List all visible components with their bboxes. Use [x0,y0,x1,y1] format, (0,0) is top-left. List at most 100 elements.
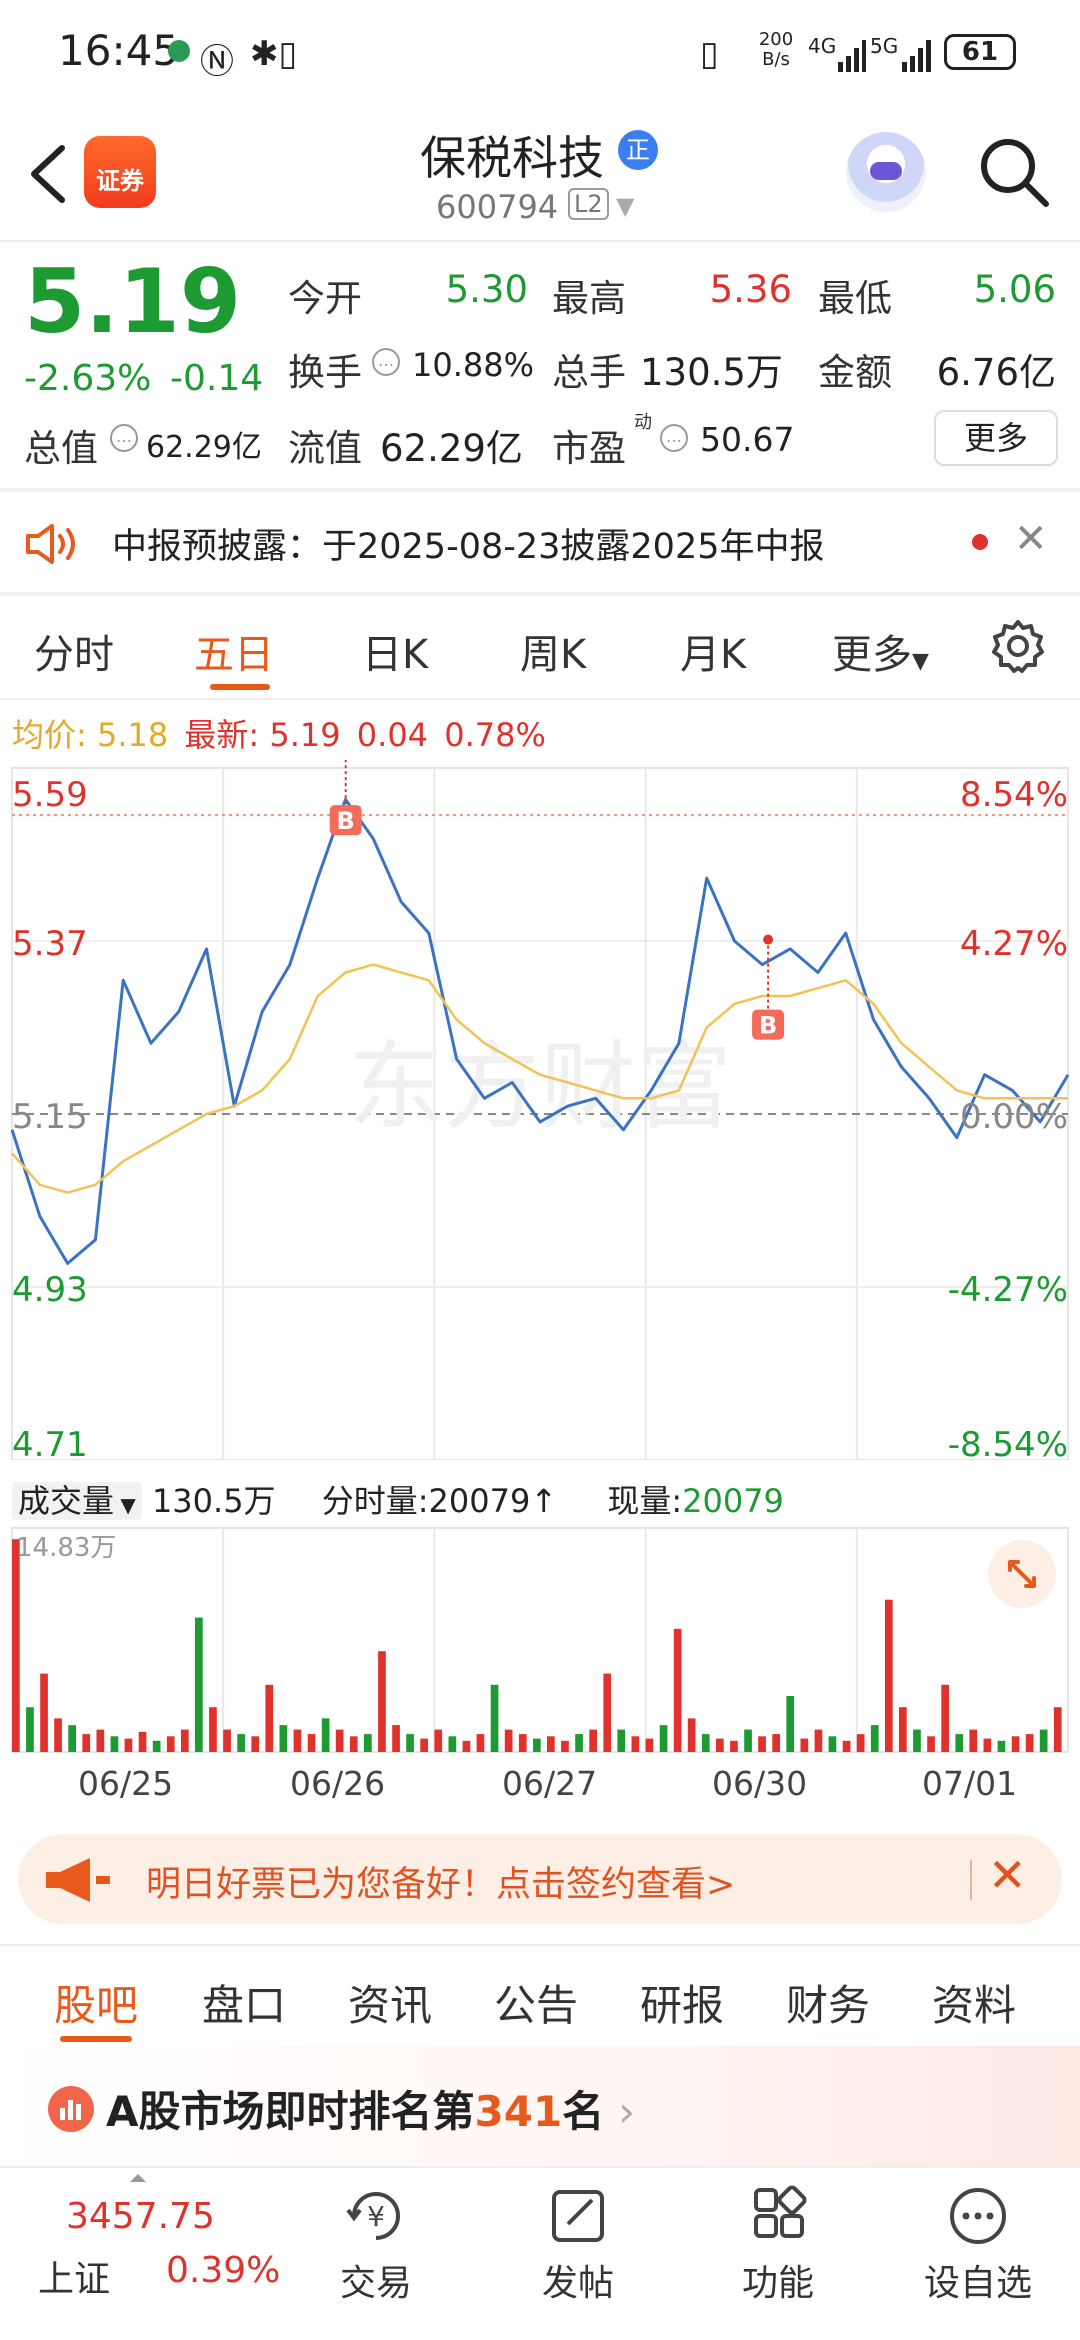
announcement-bar[interactable]: 中报预披露：于2025-08-23披露2025年中报 ✕ [0,492,1080,592]
tab-five-day[interactable]: 五日 [194,622,274,680]
verified-badge: 正 [618,130,658,170]
tab-orderbook[interactable]: 盘口 [202,1972,286,2033]
volume-bar [885,1599,893,1752]
signal-5g-icon [884,40,934,78]
high-value: 5.36 [709,268,792,311]
battery-icon: 61 [944,34,1016,70]
latest-change-pct: 0.78% [444,716,546,754]
volume-bar [237,1734,245,1752]
unread-dot [972,534,988,550]
tab-intraday[interactable]: 分时 [34,622,114,680]
caret-down-icon[interactable]: ▼ [616,192,634,220]
volume-bar [589,1729,597,1752]
index-percent[interactable]: 0.39% [166,2250,280,2291]
latest-change: 0.04 [356,716,429,754]
more-button[interactable]: 更多 [934,410,1058,466]
volume-bar [772,1734,780,1752]
nav-add-watchlist[interactable]: 设自选 [908,2184,1048,2306]
volume-bar [392,1725,400,1752]
tab-more[interactable]: 更多▼ [832,622,929,680]
chart-settings-button[interactable] [990,618,1046,674]
volume-bar [335,1729,344,1752]
svg-text:¥: ¥ [367,2200,385,2233]
index-value[interactable]: 3457.75 [66,2196,215,2237]
open-label: 今开 [288,277,362,320]
y-left-tick: 4.71 [12,1425,88,1460]
volume-bars [12,1539,1062,1752]
volume-chart[interactable]: 14.83万 [0,1526,1080,1758]
volume-readout: 成交量 ▼ 130.5万 分时量:20079↑ 现量:20079 [12,1476,784,1522]
y-left-tick: 5.59 [12,775,88,815]
volume-bar [209,1707,217,1752]
stock-code[interactable]: 600794 [436,188,558,226]
promo-banner[interactable]: 明日好票已为您备好！点击签约查看> ✕ [18,1834,1062,1924]
nfc-icon: Ⓝ [200,42,234,82]
bluetooth-battery-icon: ✱▯ [250,34,298,74]
volume-bar [490,1684,499,1752]
volume-selector[interactable]: 成交量 ▼ [12,1482,142,1520]
ai-robot-avatar[interactable] [846,132,926,212]
tab-daily-k[interactable]: 日K [362,622,428,680]
nav-trade[interactable]: ¥ 交易 [306,2184,446,2306]
turnover-label: 换手 [288,351,362,394]
y-right-tick: 4.27% [960,924,1068,964]
tab-announcements[interactable]: 公告 [494,1972,578,2033]
close-icon[interactable]: ✕ [988,1848,1027,1902]
volume-bar [420,1738,428,1752]
float-cap-value: 62.29亿 [380,427,523,470]
divider [970,1860,972,1900]
tab-news[interactable]: 资讯 [348,1972,432,2033]
current-price: 5.19 [24,250,242,353]
net-speed: 200 B/s [758,29,794,70]
tab-financials[interactable]: 财务 [786,1972,870,2033]
volume-bar [856,1734,865,1752]
volume-bar [124,1738,133,1752]
ranking-text: A股市场即时排名第341名 › [106,2087,635,2136]
tab-research[interactable]: 研报 [640,1972,724,2033]
volume-bar [138,1731,147,1752]
info-icon[interactable]: … [660,424,688,452]
change-percent: -2.63% [24,358,152,399]
close-icon[interactable]: ✕ [1014,516,1048,562]
nav-post[interactable]: 发帖 [508,2184,648,2306]
pe-value: 50.67 [700,420,795,459]
volume-bar [152,1740,161,1752]
tab-weekly-k[interactable]: 周K [520,622,586,680]
tab-profile[interactable]: 资料 [932,1972,1016,2033]
market-ranking-row[interactable]: A股市场即时排名第341名 › [0,2046,1080,2166]
caret-down-icon: ▼ [114,1493,136,1517]
amount-value: 6.76亿 [936,351,1056,394]
volume-bar [659,1725,668,1752]
search-button[interactable] [976,134,1052,210]
expand-chart-button[interactable] [988,1540,1056,1608]
megaphone-icon [46,1858,110,1902]
securities-logo[interactable]: 证券 [84,136,156,208]
volume-bar [54,1718,62,1752]
volume-bar [631,1736,640,1752]
volume-bar [181,1729,189,1752]
nav-functions[interactable]: 功能 [708,2184,848,2306]
volume-bar [561,1740,569,1752]
float-cap-label: 流值 [288,427,362,470]
promo-text: 明日好票已为您备好！点击签约查看> [146,1865,736,1905]
buy-marker-label: B [337,807,355,835]
turnover-value: 10.88% [412,346,535,384]
date-label: 07/01 [922,1764,1018,1803]
nav-label: 交易 [339,2263,412,2304]
info-icon[interactable]: … [110,424,138,452]
buy-marker-label: B [759,1012,777,1040]
nav-label: 发帖 [541,2263,614,2304]
index-name[interactable]: 上证 [38,2250,110,2302]
chevron-right-icon: › [618,2087,635,2136]
info-icon[interactable]: … [372,348,400,376]
search-icon [981,139,1049,207]
back-button[interactable] [22,138,78,210]
volume-bar [997,1740,1006,1752]
tab-monthly-k[interactable]: 月K [680,622,746,680]
pe-label: 市盈 [552,427,626,470]
marker-dot [763,934,774,945]
tab-guba[interactable]: 股吧 [54,1972,138,2033]
volume-bar [533,1738,541,1752]
level2-badge[interactable]: L2 [568,188,609,220]
five-day-price-chart[interactable]: 东方财富 B B 5.59 8.54% 5.37 4.27% 5.15 0.00% 4.93 -… [0,760,1080,1460]
